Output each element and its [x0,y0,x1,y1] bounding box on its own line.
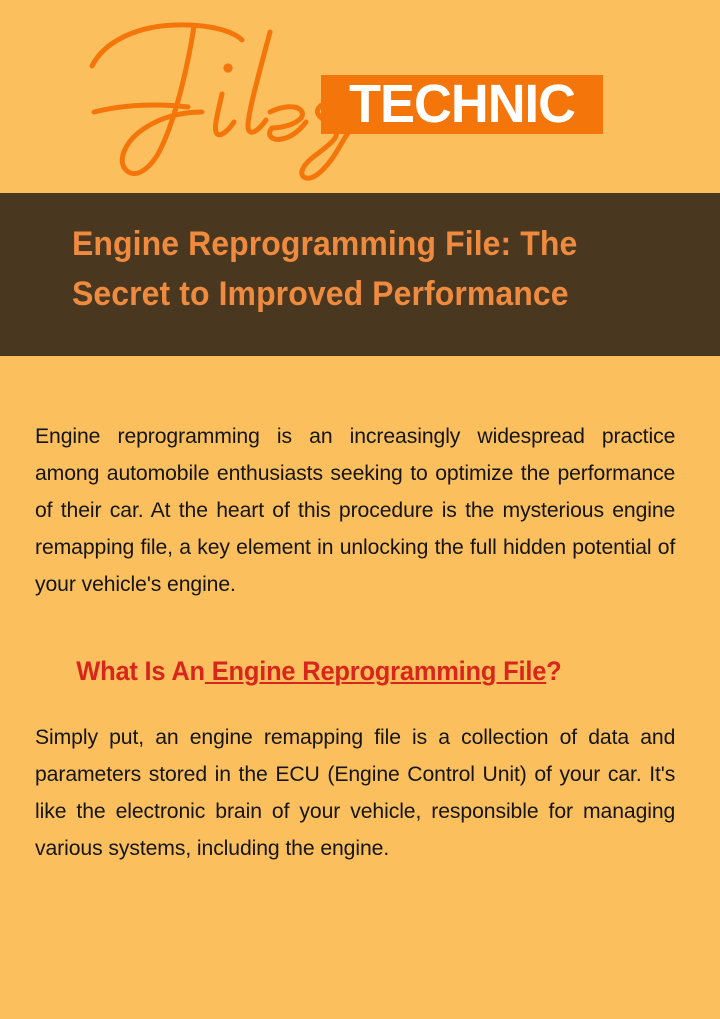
site-logo-header: TECHNIC [0,0,720,193]
article-body: Engine reprogramming is an increasingly … [0,356,720,867]
technic-badge: TECHNIC [321,75,603,134]
logo[interactable]: TECHNIC [0,0,720,193]
article-paragraph-1: Engine reprogramming is an increasingly … [35,424,676,596]
section-heading-suffix: ? [546,656,562,686]
article-title-banner: Engine Reprogramming File: The Secret to… [0,193,720,356]
engine-reprogramming-file-link[interactable]: Engine Reprogramming File [205,656,547,686]
section-heading-what-is-an-engine-reprogramming-file: What Is An Engine Reprogramming File? [35,603,659,688]
technic-badge-label: TECHNIC [348,74,576,134]
section-heading-prefix: What Is An [76,656,205,686]
article-paragraph-2: Simply put, an engine remapping file is … [35,725,676,860]
page-title: Engine Reprogramming File: The Secret to… [72,225,578,313]
